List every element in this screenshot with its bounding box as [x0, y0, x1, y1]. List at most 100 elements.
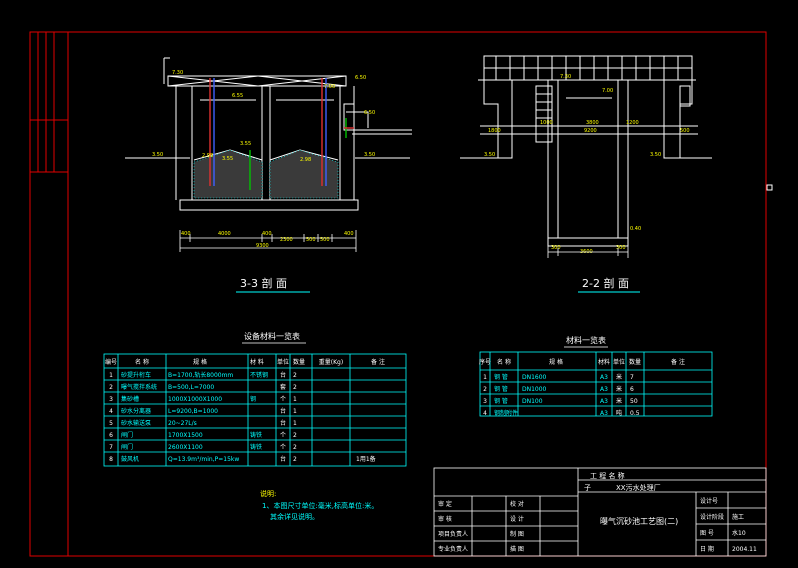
equip-cell-no: 4 — [109, 408, 113, 415]
dim-label: 500 — [306, 237, 316, 243]
level-label: 6.50 — [355, 75, 366, 81]
level-label: 3.55 — [222, 156, 233, 162]
dim-label: 500 — [320, 237, 330, 243]
mat-cell-material: A3 — [600, 398, 608, 405]
level-label: 2.98 — [300, 157, 311, 163]
dim-label: 300 — [616, 245, 626, 251]
equip-cell-unit: 套 — [280, 383, 286, 391]
equip-cell-qty: 2 — [293, 384, 297, 391]
mat-cell-unit: 米 — [616, 373, 622, 381]
mat-header-cell: 名 称 — [497, 358, 511, 366]
equip-cell-material: 铸铁 — [250, 431, 262, 439]
equip-cell-spec: Q=13.9m³/min,P=15kw — [168, 456, 239, 463]
equip-cell-name: 闸门 — [121, 443, 133, 451]
equip-cell-no: 8 — [109, 456, 113, 463]
project-name: XX污水处理厂 — [616, 483, 661, 492]
title-block-key: 图 号 — [700, 530, 714, 537]
level-label: 3.50 — [152, 152, 163, 158]
level-label: 7.00 — [324, 84, 335, 90]
title-block-key: 日 期 — [700, 545, 714, 553]
drawing-frame-inner — [67, 31, 767, 557]
drawing-frame-outer — [29, 31, 767, 557]
equip-cell-spec: 20~27L/s — [168, 420, 197, 427]
grip-handle[interactable] — [766, 184, 773, 191]
level-label: 0.40 — [630, 226, 641, 232]
equip-cell-remark: 1用1备 — [356, 455, 376, 463]
title-block-value: 施工 — [732, 513, 744, 521]
mat-cell-spec: DN1600 — [522, 374, 547, 381]
equip-cell-name: 曝气搅拌系统 — [121, 383, 157, 391]
equip-cell-no: 2 — [109, 384, 113, 391]
level-label: 3.55 — [240, 141, 251, 147]
title-block-key: 设计阶段 — [700, 513, 724, 521]
equip-header-cell: 重量(Kg) — [319, 358, 343, 366]
equip-cell-no: 1 — [109, 372, 113, 379]
dim-label: 400 — [344, 231, 354, 237]
equip-cell-material: 不锈钢 — [250, 371, 268, 379]
mat-cell-qty: 6 — [630, 386, 634, 393]
equip-header-cell: 材 料 — [250, 358, 264, 366]
dim-label: 400 — [181, 231, 191, 237]
mat-cell-unit: 吨 — [616, 409, 622, 417]
equip-cell-spec: L=9200,B=1000 — [168, 408, 218, 415]
level-label: 2.98 — [202, 153, 213, 159]
dim-label: 400 — [262, 231, 272, 237]
equip-cell-qty: 2 — [293, 444, 297, 451]
equip-header-cell: 规 格 — [193, 358, 207, 366]
mat-header-cell: 序号 — [479, 358, 491, 366]
equip-cell-name: 鼓风机 — [121, 455, 139, 463]
mat-header-cell: 规 格 — [549, 358, 563, 366]
equip-header-cell: 编号 — [105, 358, 117, 366]
equip-cell-spec: 1000X1000X1000 — [168, 396, 222, 403]
equip-cell-spec: 1700X1500 — [168, 432, 203, 439]
title-block-role: 描 图 — [510, 545, 524, 553]
title-block-role: 审 核 — [438, 515, 452, 523]
mat-cell-spec: DN1000 — [522, 386, 547, 393]
equip-cell-qty: 1 — [293, 420, 297, 427]
equip-header-cell: 名 称 — [135, 358, 149, 366]
mat-cell-name: 钢 管 — [494, 397, 508, 405]
equip-cell-no: 5 — [109, 420, 113, 427]
level-label: 3.50 — [650, 152, 661, 158]
title-block-value: 2004.11 — [732, 546, 757, 553]
level-label: 3.50 — [364, 152, 375, 158]
materials-table-title: 材料一览表 — [566, 335, 606, 345]
section-title-3-3: 3-3 剖 面 — [240, 276, 287, 290]
equip-cell-name: 砂水输送泵 — [121, 419, 151, 427]
mat-header-cell: 备 注 — [671, 358, 685, 366]
dim-label: 4000 — [218, 231, 231, 237]
mat-cell-unit: 米 — [616, 397, 622, 405]
mat-cell-material: A3 — [600, 374, 608, 381]
mat-cell-qty: 7 — [630, 374, 634, 381]
equip-header-cell: 单位 — [277, 358, 289, 366]
mat-cell-name: 钢 管 — [494, 373, 508, 381]
sub-project-label: 子 — [584, 484, 591, 492]
dim-label: 1800 — [488, 128, 501, 134]
title-block-role: 专业负责人 — [438, 545, 468, 553]
level-label: 6.50 — [364, 110, 375, 116]
equip-cell-unit: 台 — [280, 419, 286, 427]
equip-cell-qty: 2 — [293, 372, 297, 379]
notes-title: 说明: — [260, 489, 276, 498]
section-2-2-drawing — [460, 55, 712, 247]
mat-cell-material: A3 — [600, 386, 608, 393]
level-label: 7.30 — [560, 74, 571, 80]
mat-cell-qty: 0.5 — [630, 410, 640, 417]
equip-cell-material: 铸铁 — [250, 443, 262, 451]
level-label: 7.30 — [172, 70, 183, 76]
title-block-value: 水10 — [732, 529, 746, 537]
title-block-role: 校 对 — [510, 500, 524, 508]
mat-cell-no: 3 — [483, 398, 487, 405]
section-3-3-drawing — [125, 57, 412, 211]
equip-cell-name: 砂水分离器 — [121, 407, 151, 415]
dim-label: 2300 — [280, 237, 293, 243]
equip-cell-name: 闸门 — [121, 431, 133, 439]
dim-label: 500 — [680, 128, 690, 134]
title-block-role: 设 计 — [510, 515, 524, 523]
level-label: 7.00 — [602, 88, 613, 94]
equip-cell-name: 砂提升桁车 — [121, 371, 151, 379]
mat-cell-spec: DN100 — [522, 398, 543, 405]
dim-label: 1200 — [626, 120, 639, 126]
equip-cell-no: 7 — [109, 444, 113, 451]
equip-cell-no: 3 — [109, 396, 113, 403]
